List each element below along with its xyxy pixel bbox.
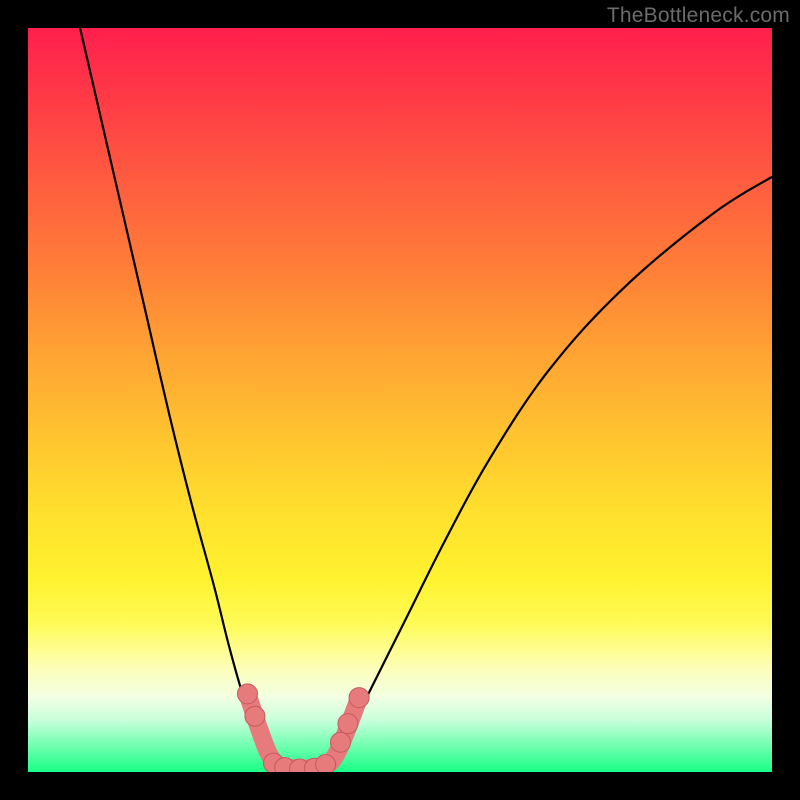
data-marker: [245, 706, 265, 726]
data-marker: [338, 714, 358, 734]
data-marker: [349, 688, 369, 708]
bottleneck-curve-left: [80, 28, 281, 768]
plot-area: [28, 28, 772, 772]
chart-frame: TheBottleneck.com: [0, 0, 800, 800]
bottleneck-curve-right: [326, 177, 772, 768]
chart-svg: [28, 28, 772, 772]
data-marker: [330, 732, 350, 752]
data-marker: [237, 684, 257, 704]
data-marker: [316, 755, 336, 772]
watermark-text: TheBottleneck.com: [607, 4, 790, 28]
